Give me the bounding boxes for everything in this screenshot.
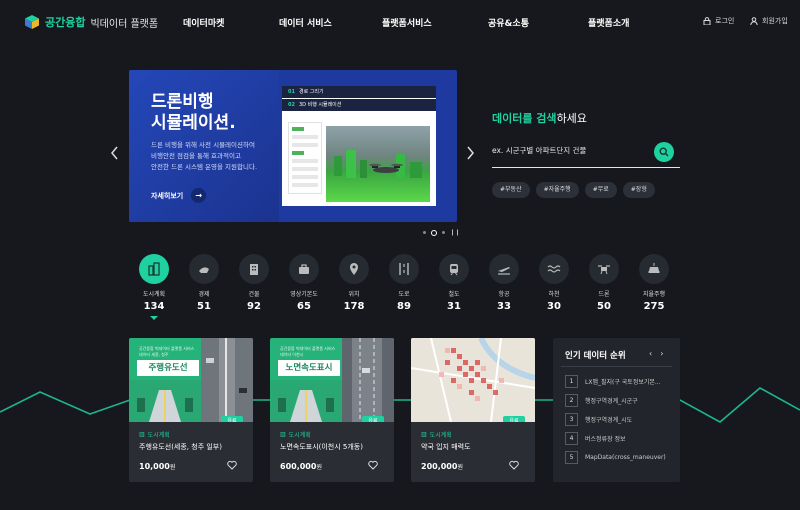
- heart-icon[interactable]: [227, 460, 237, 470]
- product-price: 10,000원: [139, 462, 176, 471]
- search-icon: [659, 147, 669, 157]
- banner-pagination: ❙❙: [423, 229, 460, 236]
- ranking-item-1[interactable]: 1 LX맵_필지(구 국토정보기본...: [565, 375, 669, 388]
- banner-description: 드론 비행을 위해 사전 시뮬레이션하여 비행안전 점검을 통해 효과적이고 안…: [151, 141, 258, 171]
- heart-icon[interactable]: [368, 460, 378, 470]
- product-badge: 유료: [221, 416, 243, 422]
- location-icon: [350, 263, 358, 275]
- arrow-right-icon: →: [191, 188, 207, 203]
- ranking-item-3[interactable]: 3 행정구역경계_시도: [565, 413, 669, 426]
- banner-title: 드론비행 시뮬레이션.: [151, 92, 236, 133]
- product-name: 약국 입지 매력도: [421, 443, 471, 451]
- search-box: [492, 140, 680, 168]
- lock-icon: [703, 17, 711, 25]
- popular-ranking-panel: 인기 데이터 순위 ‹ › 1 LX맵_필지(구 국토정보기본... 2 행정구…: [553, 338, 680, 482]
- logo-primary: 공간융합: [45, 16, 86, 29]
- tag-real-estate[interactable]: #부동산: [492, 182, 530, 198]
- product-thumbnail-2: 공간융합 빅데이터 플랫폼 서비스 데이터 이천시 노면속도표시 유료: [270, 338, 394, 422]
- ranking-prev-icon[interactable]: ‹: [649, 349, 652, 358]
- category-autonomous[interactable]: 지율주행 275: [624, 254, 684, 312]
- nav-data-service[interactable]: 데이터 서비스: [279, 16, 332, 29]
- nav-share[interactable]: 공유&소통: [488, 16, 529, 29]
- economy-icon: [199, 267, 209, 273]
- car-icon: [648, 263, 660, 273]
- product-card-2[interactable]: 공간융합 빅데이터 플랫폼 서비스 데이터 이천시 노면속도표시 유료 ▥ 도시계…: [270, 338, 394, 482]
- tag-long[interactable]: #장형: [622, 182, 655, 198]
- banner-next-arrow-icon[interactable]: [465, 146, 475, 160]
- ranking-next-icon[interactable]: ›: [660, 349, 663, 358]
- city-icon: [148, 262, 160, 276]
- search-title: 데이터를 검색하세요: [492, 112, 587, 125]
- nav-data-market[interactable]: 데이터마켓: [183, 16, 224, 29]
- tag-autonomous[interactable]: #자율주행: [535, 182, 579, 198]
- background-wave-line: [0, 387, 800, 423]
- banner-prev-arrow-icon[interactable]: [110, 146, 120, 160]
- active-caret-icon: [150, 316, 158, 320]
- train-icon: [450, 264, 458, 276]
- search-tags: #부동산 #자율주행 #무료 #장형: [492, 182, 655, 198]
- ranking-item-4[interactable]: 4 버스정류장 정보: [565, 432, 669, 445]
- ranking-item-5[interactable]: 5 MapData(cross_maneuver): [565, 451, 669, 464]
- map-image-icon: [299, 264, 309, 274]
- banner-detail-button[interactable]: 자세히보기 →: [151, 188, 207, 203]
- drone-icon: [598, 265, 610, 275]
- signup-label: 회원가입: [762, 17, 788, 25]
- logo-cube-icon: [25, 15, 39, 29]
- banner-dot-1[interactable]: [423, 231, 426, 234]
- product-card-1[interactable]: 공간융합 빅데이터 플랫폼 서비스 데이터 세종, 청주 주행유도선 유료 ▥ 도…: [129, 338, 253, 482]
- nav-about[interactable]: 플랫폼소개: [588, 16, 629, 29]
- login-label: 로그인: [715, 17, 735, 25]
- product-name: 주행유도선(세종, 청주 일부): [139, 443, 222, 451]
- river-icon: [547, 265, 561, 273]
- banner-dot-3[interactable]: [442, 231, 445, 234]
- banner-step-1: 01 경로 그리기: [282, 86, 436, 98]
- product-badge: 유료: [503, 416, 525, 422]
- hero-banner[interactable]: 드론비행 시뮬레이션. 드론 비행을 위해 사전 시뮬레이션하여 비행안전 점검…: [129, 70, 457, 222]
- ranking-title: 인기 데이터 순위: [565, 351, 626, 361]
- heart-icon[interactable]: [509, 460, 519, 470]
- user-icon: [750, 17, 758, 25]
- nav-platform-service[interactable]: 플랫폼서비스: [382, 16, 432, 29]
- banner-3d-scene: [326, 126, 430, 202]
- search-button[interactable]: [654, 142, 674, 162]
- pause-icon[interactable]: ❙❙: [450, 229, 460, 236]
- product-name: 노면속도표시(이천시 5개동): [280, 443, 363, 451]
- product-badge: 유료: [362, 416, 384, 422]
- login-link[interactable]: 로그인: [703, 16, 734, 26]
- product-card-3[interactable]: 유료 ▥ 도시계획 약국 입지 매력도 200,000원: [411, 338, 535, 482]
- banner-side-panel: [288, 122, 322, 194]
- building-icon: [250, 264, 258, 275]
- product-thumbnail-1: 공간융합 빅데이터 플랫폼 서비스 데이터 세종, 청주 주행유도선 유료: [129, 338, 253, 422]
- banner-step-2: 02 3D 비행 시뮬레이션: [282, 99, 436, 111]
- road-icon: [399, 263, 409, 275]
- airplane-icon: [498, 267, 510, 275]
- header: 공간융합 빅데이터 플랫폼 데이터마켓 데이터 서비스 플랫폼서비스 공유&소통…: [0, 0, 800, 46]
- product-price: 600,000원: [280, 462, 322, 471]
- city-icon: ▥: [280, 431, 286, 438]
- product-price: 200,000원: [421, 462, 463, 471]
- city-icon: ▥: [139, 431, 145, 438]
- search-input[interactable]: [492, 146, 642, 155]
- city-icon: ▥: [421, 431, 427, 438]
- ranking-item-2[interactable]: 2 행정구역경계_시군구: [565, 394, 669, 407]
- banner-screenshot: 01 경로 그리기 02 3D 비행 시뮬레이션: [282, 86, 436, 206]
- logo[interactable]: 공간융합 빅데이터 플랫폼: [24, 14, 158, 30]
- product-thumbnail-3: 유료: [411, 338, 535, 422]
- banner-dot-2[interactable]: [431, 229, 437, 236]
- tag-free[interactable]: #무료: [584, 182, 617, 198]
- signup-link[interactable]: 회원가입: [750, 16, 788, 26]
- logo-secondary: 빅데이터 플랫폼: [90, 18, 159, 30]
